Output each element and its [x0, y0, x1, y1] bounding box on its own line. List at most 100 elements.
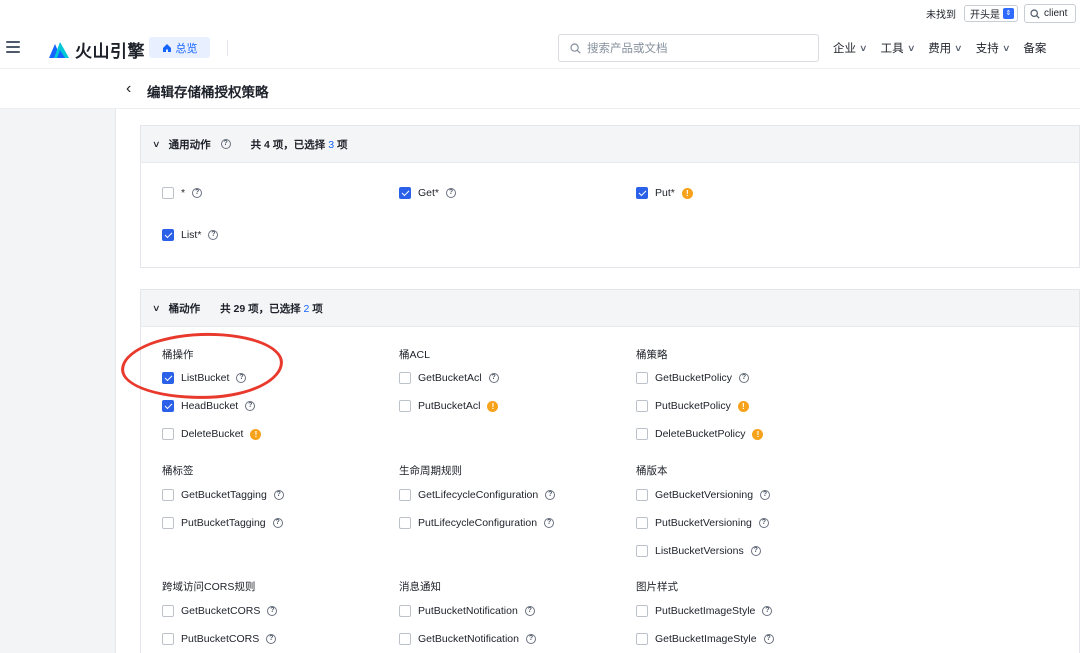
find-bar: 未找到 开头是 ⇕ client [0, 0, 1080, 27]
checkbox[interactable] [399, 489, 411, 501]
action-checkbox[interactable]: GetBucketTagging? [162, 489, 284, 501]
action-checkbox-all[interactable]: *? [162, 187, 203, 199]
help-icon[interactable]: ? [762, 606, 773, 616]
logo[interactable]: 火山引擎 [48, 37, 145, 62]
checkbox[interactable] [162, 229, 174, 241]
checkbox[interactable] [636, 517, 648, 529]
action-checkbox[interactable]: PutBucketTagging? [162, 517, 283, 529]
find-query-text: client [1044, 8, 1068, 19]
action-checkbox[interactable]: PutBucketAcl! [399, 400, 499, 412]
checkbox[interactable] [162, 400, 174, 412]
menu-icon[interactable] [6, 41, 20, 53]
main-content: ∨ 通用动作 ? 共 4 项，已选择 3 项 *? Get*? Put*! Li… [117, 110, 1080, 653]
help-icon[interactable]: ? [267, 606, 278, 616]
help-icon[interactable]: ? [220, 139, 231, 149]
checkbox[interactable] [636, 633, 648, 645]
help-icon[interactable]: ? [544, 518, 555, 528]
help-icon[interactable]: ? [273, 490, 284, 500]
action-checkbox[interactable]: GetBucketCORS? [162, 605, 278, 617]
action-checkbox[interactable]: PutLifecycleConfiguration? [399, 517, 555, 529]
action-checkbox[interactable]: DeleteBucket! [162, 428, 262, 440]
checkbox[interactable] [162, 428, 174, 440]
checkbox[interactable] [399, 517, 411, 529]
action-checkbox[interactable]: PutBucketNotification? [399, 605, 535, 617]
checkbox[interactable] [636, 372, 648, 384]
help-icon[interactable]: ? [192, 188, 203, 198]
checkbox[interactable] [636, 489, 648, 501]
checkbox[interactable] [399, 605, 411, 617]
checkbox[interactable] [162, 605, 174, 617]
checkbox[interactable] [636, 428, 648, 440]
warning-icon[interactable]: ! [681, 187, 693, 199]
checkbox[interactable] [636, 545, 648, 557]
checkbox[interactable] [399, 633, 411, 645]
help-icon[interactable]: ? [758, 518, 769, 528]
back-arrow-icon[interactable]: ‹ [126, 81, 131, 97]
action-checkbox[interactable]: ListBucketVersions? [636, 545, 761, 557]
nav-menu-tools[interactable]: 工具 ∨ [881, 40, 916, 56]
warning-icon[interactable]: ! [250, 428, 262, 440]
help-icon[interactable]: ? [266, 634, 277, 644]
action-checkbox-list[interactable]: List*? [162, 229, 219, 241]
chevron-down-icon: ∨ [1001, 42, 1011, 53]
checkbox[interactable] [162, 489, 174, 501]
nav-menu-record[interactable]: 备案 [1023, 40, 1046, 56]
checkbox[interactable] [399, 372, 411, 384]
help-icon[interactable]: ? [272, 518, 283, 528]
checkbox[interactable] [399, 400, 411, 412]
group-title: 桶策略 [636, 349, 668, 361]
action-checkbox[interactable]: HeadBucket? [162, 400, 256, 412]
action-checkbox[interactable]: GetBucketPolicy? [636, 372, 750, 384]
action-checkbox[interactable]: ListBucket? [162, 372, 247, 384]
group-title: 桶操作 [162, 349, 194, 361]
checkbox[interactable] [399, 187, 411, 199]
action-checkbox[interactable]: GetBucketImageStyle? [636, 633, 774, 645]
action-checkbox[interactable]: GetBucketAcl? [399, 372, 499, 384]
action-checkbox[interactable]: PutBucketPolicy! [636, 400, 749, 412]
checkbox[interactable] [636, 400, 648, 412]
help-icon[interactable]: ? [760, 490, 771, 500]
general-actions-header[interactable]: ∨ 通用动作 ? 共 4 项，已选择 3 项 [141, 126, 1079, 163]
action-checkbox[interactable]: PutBucketVersioning? [636, 517, 769, 529]
help-icon[interactable]: ? [208, 230, 219, 240]
action-checkbox[interactable]: PutBucketImageStyle? [636, 605, 773, 617]
action-checkbox[interactable]: PutBucketCORS? [162, 633, 277, 645]
checkbox[interactable] [162, 372, 174, 384]
checkbox[interactable] [636, 187, 648, 199]
chevron-down-icon[interactable]: ∨ [152, 139, 161, 150]
checkbox[interactable] [636, 605, 648, 617]
help-icon[interactable]: ? [524, 606, 535, 616]
nav-menu-enterprise[interactable]: 企业 ∨ [833, 40, 868, 56]
action-checkbox-get[interactable]: Get*? [399, 187, 457, 199]
chevron-down-icon[interactable]: ∨ [152, 303, 161, 314]
warning-icon[interactable]: ! [487, 400, 499, 412]
help-icon[interactable]: ? [236, 373, 247, 383]
help-icon[interactable]: ? [750, 546, 761, 556]
help-icon[interactable]: ? [446, 188, 457, 198]
action-checkbox[interactable]: GetBucketNotification? [399, 633, 536, 645]
help-icon[interactable]: ? [245, 401, 256, 411]
action-checkbox[interactable]: GetBucketVersioning? [636, 489, 771, 501]
checkbox[interactable] [162, 517, 174, 529]
nav-menu-support[interactable]: 支持 ∨ [976, 40, 1011, 56]
help-icon[interactable]: ? [525, 634, 536, 644]
warning-icon[interactable]: ! [752, 428, 764, 440]
bucket-actions-header[interactable]: ∨ 桶动作 共 29 项，已选择 2 项 [141, 290, 1079, 327]
help-icon[interactable]: ? [763, 634, 774, 644]
bucket-actions-title: 桶动作 [168, 302, 201, 315]
warning-icon[interactable]: ! [737, 400, 749, 412]
find-mode-select[interactable]: 开头是 ⇕ [964, 5, 1018, 22]
find-query-input[interactable]: client [1024, 4, 1076, 23]
checkbox[interactable] [162, 187, 174, 199]
search-input[interactable]: 搜索产品或文档 [558, 34, 819, 62]
help-icon[interactable]: ? [545, 490, 556, 500]
checkbox[interactable] [162, 633, 174, 645]
action-checkbox[interactable]: DeleteBucketPolicy! [636, 428, 764, 440]
overview-button[interactable]: 总览 [149, 37, 210, 58]
nav-menu-billing[interactable]: 费用 ∨ [928, 40, 963, 56]
action-checkbox-put[interactable]: Put*! [636, 187, 693, 199]
action-checkbox[interactable]: GetLifecycleConfiguration? [399, 489, 556, 501]
help-icon[interactable]: ? [739, 373, 750, 383]
help-icon[interactable]: ? [488, 373, 499, 383]
page-header: ‹ 编辑存储桶授权策略 [0, 69, 1080, 109]
